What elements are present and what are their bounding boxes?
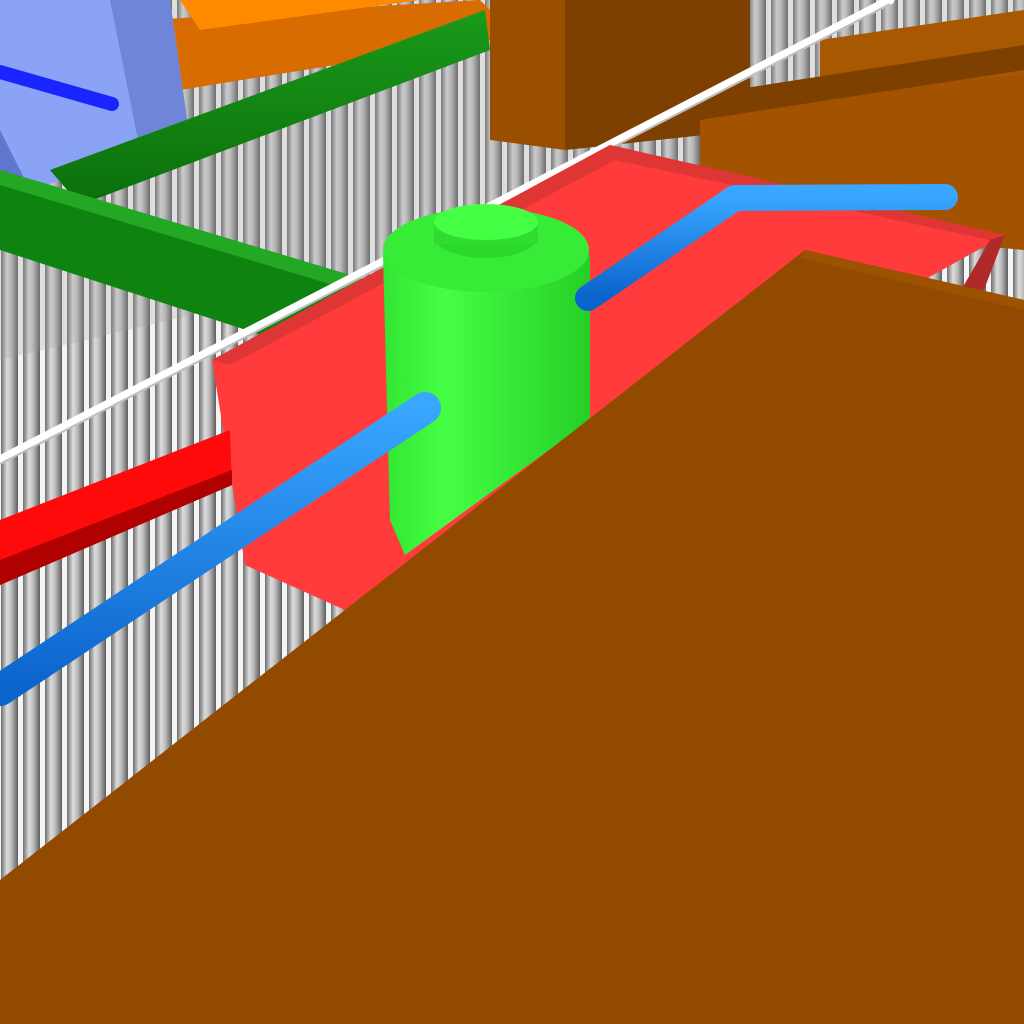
- scene-canvas: [0, 0, 1024, 1024]
